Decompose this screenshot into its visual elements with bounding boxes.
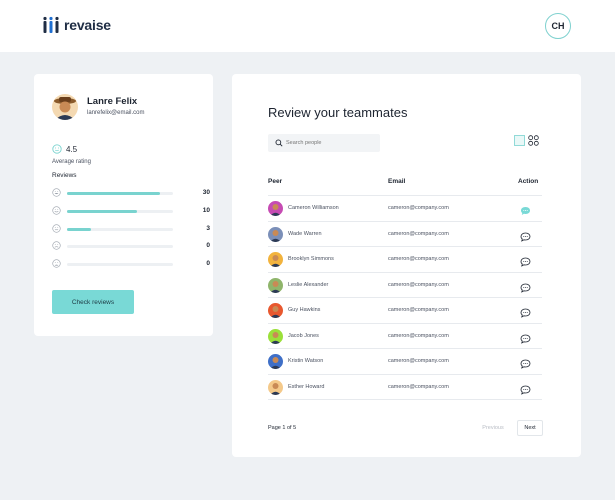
- peer-name: Esther Howard: [288, 383, 325, 390]
- rating-face-icon: [52, 144, 62, 154]
- avatar: [268, 379, 283, 395]
- peer-email: cameron@company.com: [388, 383, 449, 390]
- grid-view-icon[interactable]: [528, 135, 539, 146]
- peer-email: cameron@company.com: [388, 358, 449, 364]
- peer-email: cameron@company.com: [388, 230, 449, 237]
- review-action-icon[interactable]: [520, 229, 531, 247]
- rating-value: 4.5: [66, 144, 78, 154]
- avatar: [268, 354, 283, 369]
- happy-face-icon: [52, 206, 61, 215]
- very-sad-face-icon: [52, 259, 61, 268]
- review-row: 30: [52, 188, 210, 198]
- table-row: Guy Hawkins cameron@company.com: [268, 298, 542, 324]
- search-input[interactable]: [286, 138, 376, 148]
- review-action-icon[interactable]: [520, 305, 531, 323]
- review-action-icon[interactable]: [520, 280, 531, 298]
- user-avatar[interactable]: CH: [545, 13, 571, 39]
- review-action-icon[interactable]: [520, 254, 531, 272]
- table-header: Peer Email Action: [268, 178, 542, 190]
- column-email: Email: [388, 178, 406, 185]
- review-row: 0: [52, 241, 210, 251]
- column-peer: Peer: [268, 178, 283, 185]
- avatar: [268, 201, 283, 216]
- profile-email: lanrefelix@email.com: [87, 110, 145, 116]
- page-indicator: Page 1 of 5: [268, 425, 297, 431]
- peer-email: cameron@company.com: [388, 256, 449, 262]
- peer-name: Brooklyn Simmons: [288, 256, 334, 262]
- avatar: [268, 303, 283, 318]
- review-bar: [67, 263, 173, 266]
- review-count: 0: [206, 260, 210, 267]
- column-action: Action: [518, 178, 539, 185]
- review-row: 3: [52, 224, 210, 234]
- peer-name: Kristin Watson: [288, 358, 324, 364]
- table-row: Brooklyn Simmons cameron@company.com: [268, 247, 542, 273]
- top-bar: revaise CH: [0, 0, 615, 52]
- table-row: Leslie Alexander cameron@company.com: [268, 273, 542, 298]
- review-teammates-card: Review your teammates Peer Email Action …: [232, 74, 581, 457]
- very-happy-face-icon: [52, 188, 61, 197]
- search-icon: [275, 139, 283, 147]
- profile-card: Lanre Felix lanrefelix@email.com 4.5 Ave…: [34, 74, 213, 336]
- page-title: Review your teammates: [268, 105, 408, 120]
- avatar: [268, 277, 283, 293]
- reviews-title: Reviews: [52, 172, 77, 179]
- table-row: Esther Howard cameron@company.com: [268, 375, 542, 400]
- review-count: 0: [206, 242, 210, 249]
- review-bar: [67, 192, 173, 195]
- review-action-icon[interactable]: [520, 331, 531, 349]
- review-count: 3: [206, 225, 210, 232]
- peer-name: Wade Warren: [288, 230, 322, 237]
- peer-name: Guy Hawkins: [288, 307, 321, 313]
- review-row: 0: [52, 259, 210, 269]
- review-bar: [67, 228, 173, 231]
- review-count: 10: [202, 207, 210, 214]
- peer-email: cameron@company.com: [388, 332, 449, 339]
- peer-name: Cameron Williamson: [288, 205, 339, 211]
- review-bar-fill: [67, 210, 137, 213]
- previous-button[interactable]: Previous: [476, 420, 510, 436]
- review-row: 10: [52, 206, 210, 216]
- review-bar-fill: [67, 192, 161, 195]
- peer-email: cameron@company.com: [388, 281, 449, 288]
- search-box[interactable]: [268, 134, 380, 152]
- average-rating: 4.5: [52, 144, 77, 154]
- avatar: [268, 252, 283, 267]
- table-row: Kristin Watson cameron@company.com: [268, 349, 542, 375]
- list-view-icon[interactable]: [514, 135, 525, 146]
- review-bar-fill: [67, 228, 92, 231]
- profile-avatar: [52, 94, 78, 120]
- rating-label: Average rating: [52, 159, 91, 165]
- peer-email: cameron@company.com: [388, 307, 449, 313]
- review-bar: [67, 210, 173, 213]
- review-count: 30: [202, 189, 210, 196]
- avatar: [268, 226, 283, 242]
- peer-name: Leslie Alexander: [288, 281, 329, 288]
- brand-logo[interactable]: revaise: [42, 16, 111, 34]
- profile-name: Lanre Felix: [87, 96, 138, 107]
- table-row: Wade Warren cameron@company.com: [268, 222, 542, 247]
- review-bar: [67, 245, 173, 248]
- brand-name: revaise: [64, 17, 111, 33]
- check-reviews-button[interactable]: Check reviews: [52, 290, 134, 314]
- review-action-icon[interactable]: [520, 356, 531, 374]
- revaise-logo-icon: [43, 16, 59, 33]
- table-row: Cameron Williamson cameron@company.com: [268, 196, 542, 222]
- table-row: Jacob Jones cameron@company.com: [268, 324, 542, 349]
- peer-email: cameron@company.com: [388, 205, 449, 211]
- review-action-icon[interactable]: [520, 382, 531, 400]
- review-action-icon[interactable]: [520, 203, 531, 221]
- peer-name: Jacob Jones: [288, 332, 319, 339]
- next-button[interactable]: Next: [517, 420, 543, 436]
- avatar: [268, 328, 283, 344]
- sad-face-icon: [52, 241, 61, 250]
- neutral-face-icon: [52, 224, 61, 233]
